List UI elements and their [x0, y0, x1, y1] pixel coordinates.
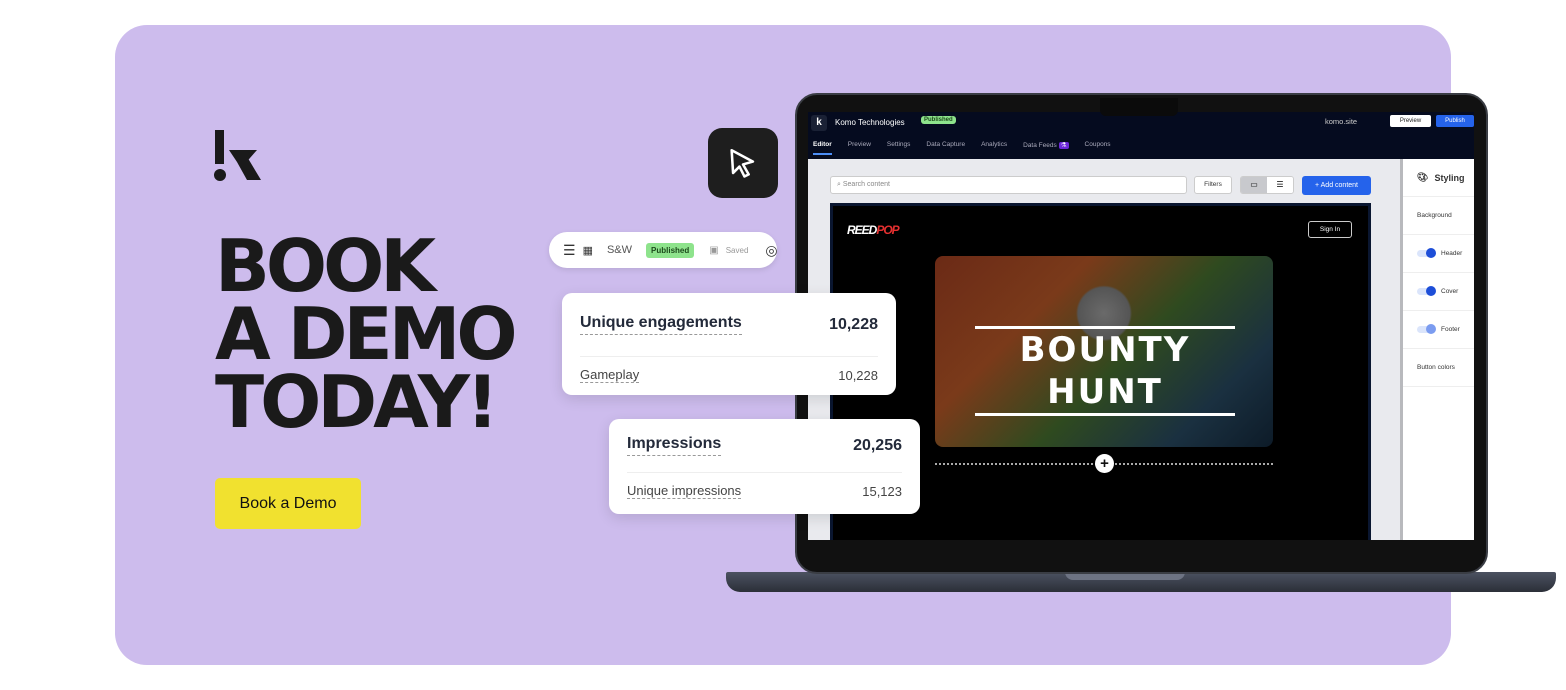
sign-in-button[interactable]: Sign In: [1308, 221, 1352, 238]
headline-line: A DEMO: [215, 292, 518, 376]
save-icon: ▣: [709, 244, 719, 256]
game-title: BOUNTY HUNT: [975, 326, 1235, 416]
toggle-label: Footer: [1441, 326, 1460, 333]
site-link[interactable]: komo.site: [1325, 117, 1357, 126]
hero-image: BOUNTY HUNT: [935, 256, 1273, 447]
header-toggle[interactable]: [1417, 248, 1436, 258]
stat-sub-label: Gameplay: [580, 367, 640, 383]
stat-sub-label: Unique impressions: [627, 483, 742, 499]
status-badge: Published: [646, 242, 695, 258]
stat-title: Impressions: [627, 435, 722, 456]
cover-toggle[interactable]: [1417, 286, 1436, 296]
stat-card-engagements: Unique engagements 10,228 Gameplay 10,228: [562, 293, 896, 395]
headline-line: BOOK: [215, 224, 436, 308]
desktop-view-icon[interactable]: ▭: [1241, 177, 1267, 193]
saved-status: Saved: [725, 245, 749, 255]
palette-icon: 🎨︎: [1417, 172, 1429, 182]
tab-preview[interactable]: Preview: [848, 141, 871, 155]
filters-button[interactable]: Filters: [1194, 176, 1232, 194]
stat-value: 20,256: [853, 436, 902, 454]
calendar-icon: ▦: [582, 244, 593, 257]
search-input[interactable]: ⌕ Search content: [830, 176, 1187, 194]
project-name: S&W: [606, 244, 633, 256]
app-topbar: k Komo Technologies Published komo.site …: [808, 112, 1474, 159]
background-option[interactable]: Background: [1417, 212, 1452, 219]
stat-card-impressions: Impressions 20,256 Unique impressions 15,1…: [609, 419, 920, 514]
tab-analytics[interactable]: Analytics: [981, 141, 1007, 155]
publish-button[interactable]: Publish: [1436, 115, 1474, 127]
app-logo[interactable]: k: [811, 115, 827, 131]
tab-data-capture[interactable]: Data Capture: [926, 141, 965, 155]
app-title: Komo Technologies: [835, 118, 905, 127]
tab-settings[interactable]: Settings: [887, 141, 911, 155]
list-view-icon[interactable]: ☰: [1267, 177, 1293, 193]
komo-logo: [214, 130, 261, 181]
stat-title: Unique engagements: [580, 314, 742, 335]
add-section-icon[interactable]: +: [1095, 454, 1114, 473]
add-content-button[interactable]: + Add content: [1302, 176, 1371, 195]
stat-value: 10,228: [829, 315, 878, 333]
book-demo-button[interactable]: Book a Demo: [215, 478, 361, 529]
styling-panel: 🎨︎ Styling Background Header Cover Footer…: [1400, 159, 1474, 540]
flask-icon: ⚗: [1058, 142, 1069, 149]
headline: BOOK A DEMO TODAY!: [215, 224, 518, 444]
camera-notch: [1100, 98, 1178, 116]
toggle-label: Header: [1441, 250, 1463, 257]
tab-bar: Editor Preview Settings Data Capture Ana…: [813, 141, 1111, 155]
preview-button[interactable]: Preview: [1390, 115, 1431, 127]
menu-icon[interactable]: ☰: [563, 242, 576, 259]
tab-label: Data Feeds: [1023, 142, 1057, 149]
help-icon[interactable]: ◎: [765, 242, 777, 259]
view-toggle: ▭ ☰: [1240, 176, 1294, 194]
project-toolbar: ☰ ▦ S&W Published ▣ Saved ◎: [549, 232, 778, 268]
footer-toggle[interactable]: [1417, 324, 1436, 334]
tab-coupons[interactable]: Coupons: [1085, 141, 1111, 155]
panel-title: Styling: [1434, 172, 1465, 183]
search-placeholder: Search content: [842, 181, 890, 188]
stat-sub-value: 10,228: [838, 367, 878, 383]
tab-editor[interactable]: Editor: [813, 141, 832, 155]
stat-sub-value: 15,123: [862, 483, 902, 499]
reedpop-logo: REEDPOP: [847, 223, 900, 237]
tab-data-feeds[interactable]: Data Feeds ⚗: [1023, 141, 1069, 155]
cursor-icon: [708, 128, 778, 198]
headline-line: TODAY!: [215, 360, 499, 444]
toggle-label: Cover: [1441, 288, 1459, 295]
status-badge: Published: [921, 116, 956, 124]
button-colors-option[interactable]: Button colors: [1417, 364, 1455, 371]
